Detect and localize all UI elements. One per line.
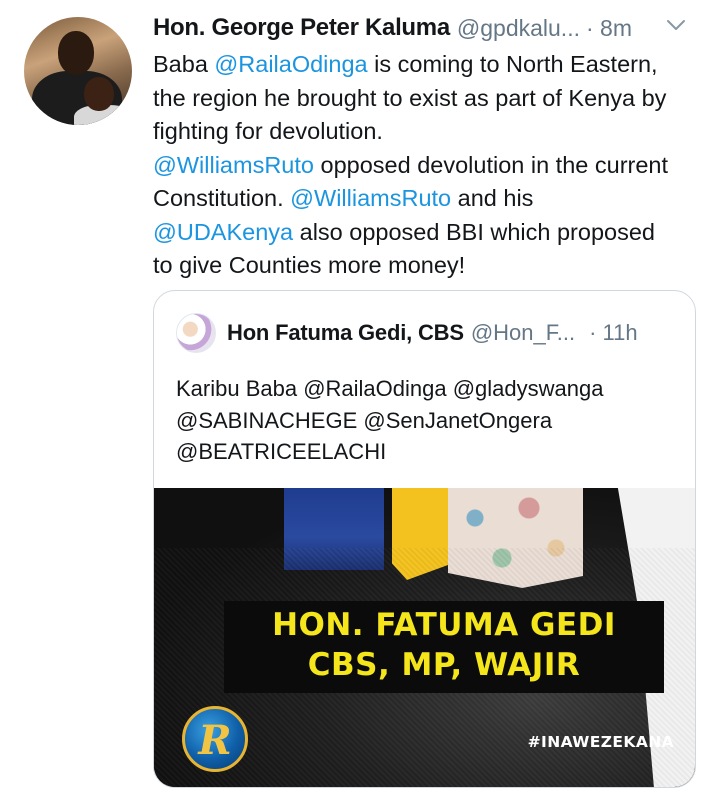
tweet-text-line: Baba @RailaOdinga is coming to North Eas… [153,48,713,82]
quoted-tweet-text: Karibu Baba @RailaOdinga @gladyswanga @S… [176,373,686,468]
tweet-text-line: to give Counties more money! [153,249,713,283]
channel-logo-icon: R [182,706,248,772]
image-hashtag: #INAWEZEKANA [527,733,674,751]
quoted-text-line: @BEATRICEELACHI [176,439,387,464]
tweet-text-line: Constitution. @WilliamsRuto and his [153,182,713,216]
text-segment: Baba [153,51,215,77]
text-segment: also opposed BBI which proposed [293,218,655,245]
tweet-text-line: the region he brought to exist as part o… [153,82,713,116]
text-segment: opposed devolution in the current [313,151,669,178]
chevron-down-icon[interactable] [666,18,686,32]
avatar-figure-child-head [84,77,114,111]
mention-link[interactable]: @WilliamsRuto [290,185,451,211]
quoted-text-line: Karibu Baba @RailaOdinga @gladyswanga [176,376,604,401]
text-segment: fighting for devolution. [153,118,383,144]
tweet-text: Baba @RailaOdinga is coming to North Eas… [153,48,713,283]
quoted-author-name: Hon Fatuma Gedi, CBS [227,320,464,345]
quoted-tweet-image[interactable]: HON. FATUMA GEDI CBS, MP, WAJIR R #INAWE… [154,488,695,787]
tweet-text-line: @UDAKenya also opposed BBI which propose… [153,216,713,250]
quoted-author-handle: @Hon_F... [470,320,576,345]
quoted-author-avatar[interactable] [176,313,216,353]
tweet-text-line: fighting for devolution. [153,115,713,149]
quoted-text-line: @SABINACHEGE @SenJanetOngera [176,407,553,433]
quoted-tweet-header: Hon Fatuma Gedi, CBS @Hon_F... · 11h [227,316,638,350]
text-segment: the region he brought to exist as part o… [153,84,667,111]
author-handle[interactable]: @gpdkalu... [457,15,580,42]
tweet-timestamp[interactable]: · 8m [586,15,632,42]
logo-letter: R [198,717,232,764]
mention-link[interactable]: @UDAKenya [153,219,293,245]
author-name[interactable]: Hon. George Peter Kaluma [153,14,450,42]
tweet-header: Hon. George Peter Kaluma @gpdkalu... · 8… [153,11,632,45]
quoted-tweet-card[interactable]: Hon Fatuma Gedi, CBS @Hon_F... · 11h Kar… [153,290,696,788]
text-segment: is coming to North Eastern, [367,51,658,77]
tweet-text-line: @WilliamsRuto opposed devolution in the … [153,149,713,183]
banner-title-line: HON. FATUMA GEDI [272,607,616,643]
mention-link[interactable]: @RailaOdinga [214,51,367,77]
text-segment: Constitution. [153,185,291,211]
mention-link[interactable]: @WilliamsRuto [153,152,314,178]
author-avatar[interactable] [24,17,132,125]
image-title-banner: HON. FATUMA GEDI CBS, MP, WAJIR [224,601,664,693]
quoted-tweet-timestamp: · 11h [589,320,638,345]
avatar-figure-adult-head [58,31,94,75]
text-segment: and his [451,185,534,211]
text-segment: to give Counties more money! [153,252,466,278]
banner-subtitle-line: CBS, MP, WAJIR [307,647,581,683]
